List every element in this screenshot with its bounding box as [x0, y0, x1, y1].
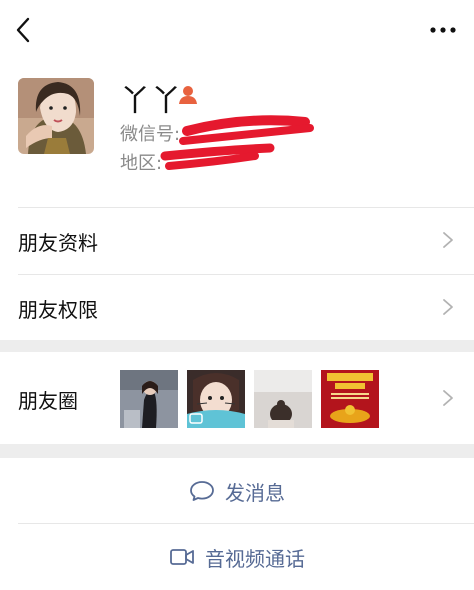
chat-bubble-icon	[190, 481, 214, 501]
person-icon	[179, 86, 197, 104]
chevron-right-icon	[443, 299, 453, 315]
moments-thumbnail	[254, 370, 312, 428]
chevron-right-icon	[443, 390, 453, 406]
video-camera-icon	[170, 549, 194, 565]
row-label: 朋友资料	[18, 231, 98, 255]
more-dots-icon[interactable]	[426, 20, 460, 40]
section-gap	[0, 444, 474, 458]
row-label: 朋友权限	[18, 298, 98, 322]
moments-thumbnail	[321, 370, 379, 428]
moments-thumbnail	[120, 370, 178, 428]
section-gap	[0, 340, 474, 352]
chevron-right-icon	[443, 232, 453, 248]
avatar[interactable]	[18, 78, 94, 154]
moments-thumbnail	[187, 370, 245, 428]
video-call-label: 音视频通话	[205, 546, 305, 571]
row-friend-permissions[interactable]: 朋友权限	[0, 275, 474, 341]
profile-header: 丫丫 微信号: 地区:	[0, 62, 474, 207]
redaction-scribble	[160, 115, 314, 170]
back-arrow-icon[interactable]	[10, 15, 38, 45]
top-bar	[0, 0, 474, 62]
row-moments[interactable]: 朋友圈	[0, 352, 474, 444]
row-friend-profile[interactable]: 朋友资料	[0, 208, 474, 274]
send-message-button[interactable]: 发消息	[0, 458, 474, 524]
moments-label: 朋友圈	[18, 389, 78, 413]
send-message-label: 发消息	[225, 480, 285, 505]
video-call-button[interactable]: 音视频通话	[0, 524, 474, 590]
